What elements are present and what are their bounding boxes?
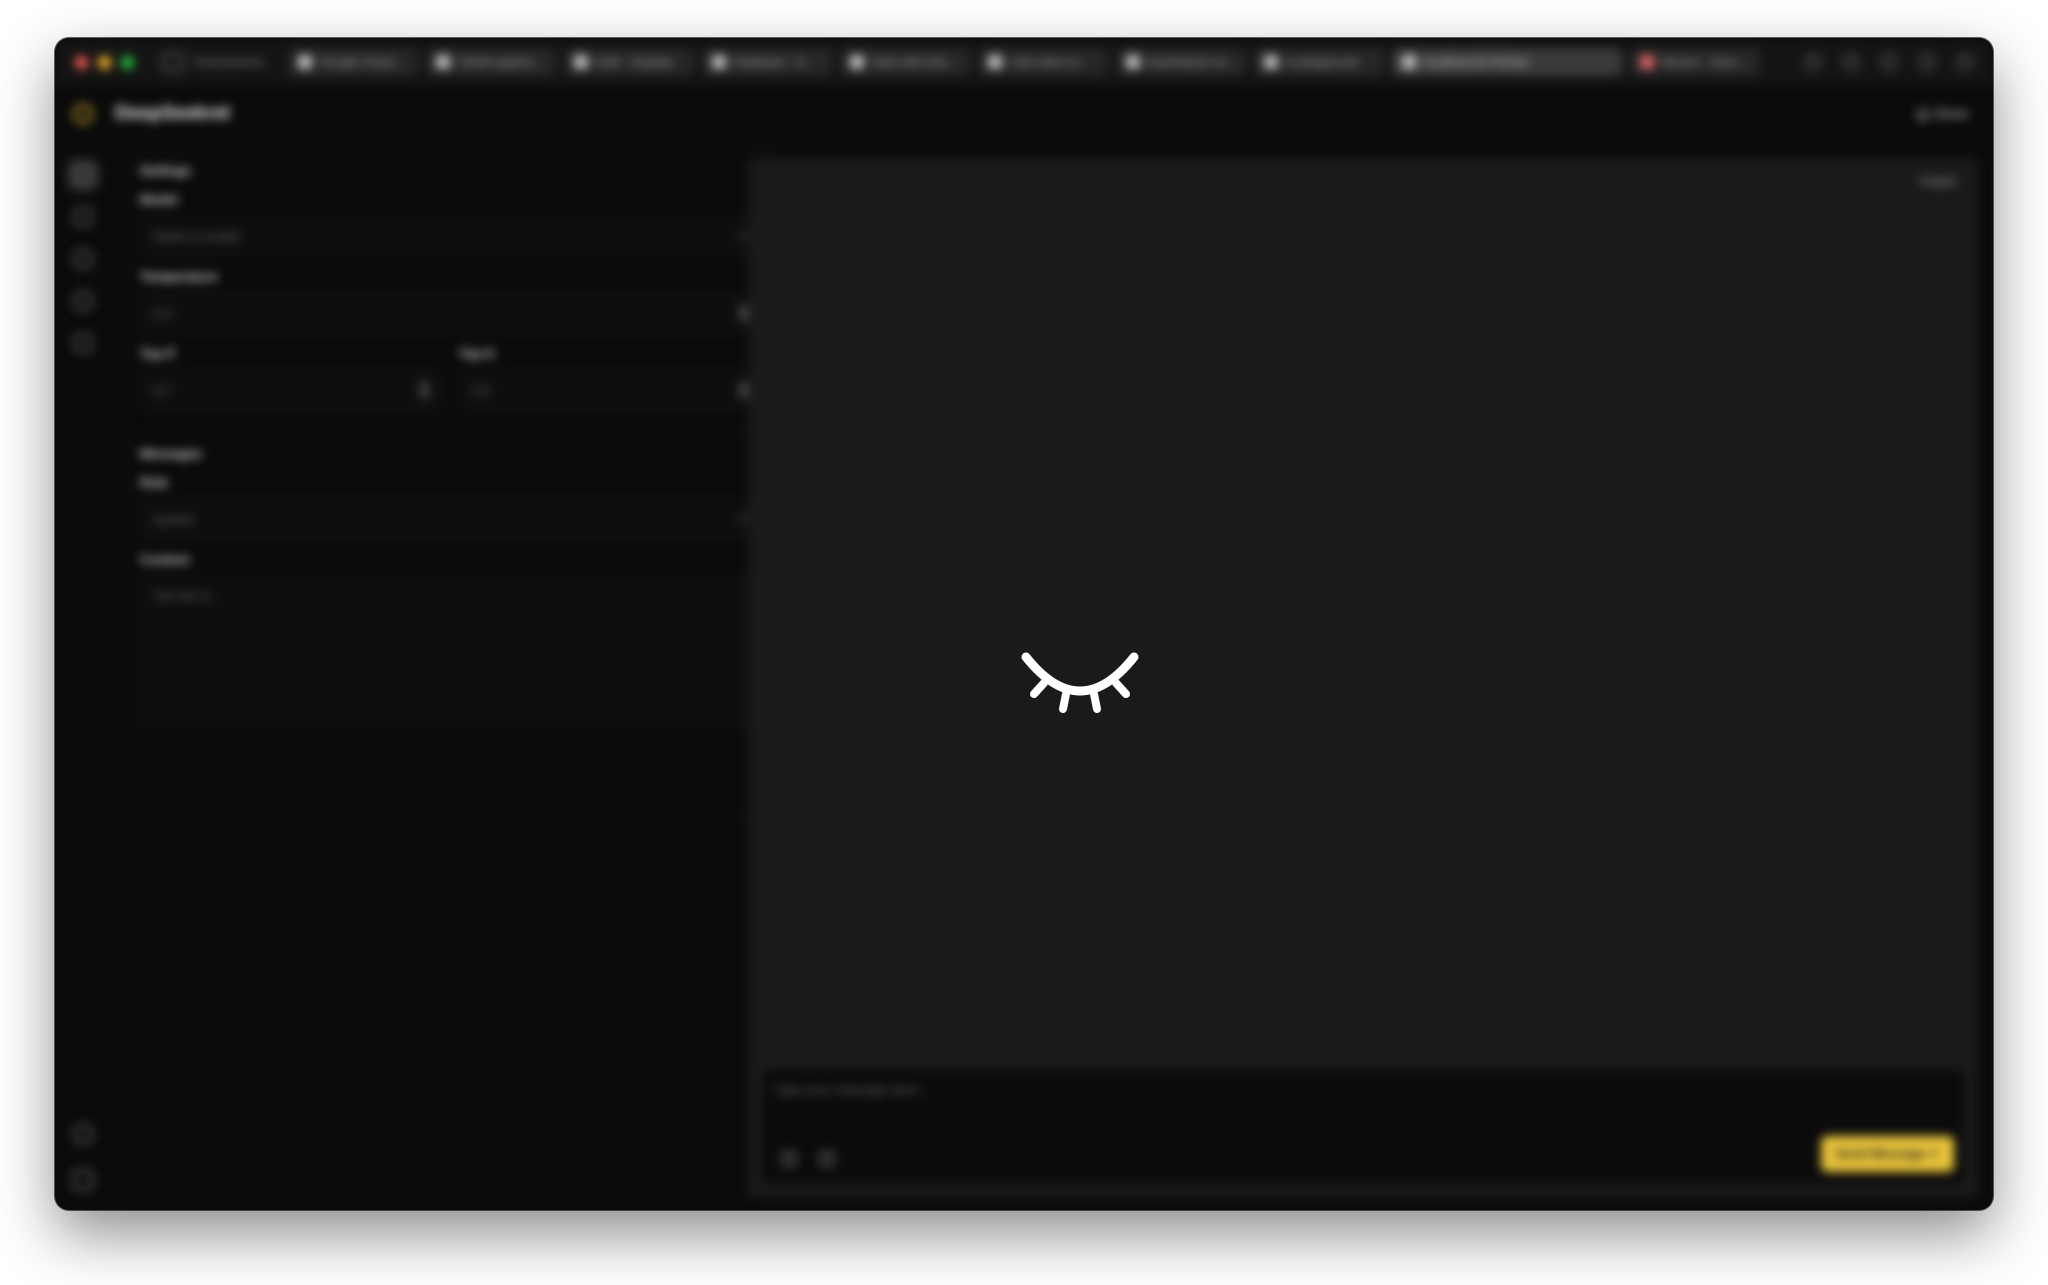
tab-label: localhost:5173/chat xyxy=(1424,55,1528,69)
browser-tab[interactable]: OAuth applica... xyxy=(426,48,556,76)
workspace-label[interactable]: DeepSeekret xyxy=(194,55,274,69)
new-tab-icon[interactable] xyxy=(1919,54,1935,70)
favicon-icon xyxy=(1640,55,1654,69)
role-label: Role xyxy=(140,475,169,490)
browser-tab[interactable]: ai playground xyxy=(1254,48,1384,76)
favicon-icon xyxy=(298,55,312,69)
browser-tab[interactable]: Database - A... xyxy=(702,48,832,76)
sidebar-toggle-icon[interactable] xyxy=(162,53,184,71)
browser-window: DeepSeekret Google Cloud... OAuth applica… xyxy=(55,38,1993,1210)
browser-tab[interactable]: localhost:5173/chat xyxy=(1392,48,1622,76)
temperature-value: 0.4 xyxy=(153,305,172,321)
add-icon[interactable] xyxy=(820,1152,834,1166)
share-icon[interactable] xyxy=(1881,54,1897,70)
settings-panel: Settings Model Select a model Temperatur… xyxy=(125,150,775,818)
stepper-icon[interactable] xyxy=(740,382,747,398)
share-icon xyxy=(1918,107,1929,120)
app-logo-icon xyxy=(73,103,93,124)
rail-bottom xyxy=(73,1124,93,1190)
top-k-input[interactable]: 0.0 xyxy=(459,371,760,409)
extension-icon[interactable] xyxy=(1805,54,1821,70)
tab-label: ai playground xyxy=(1286,55,1359,69)
browser-tab[interactable]: Start with Dee... xyxy=(840,48,970,76)
tab-strip: Google Cloud... OAuth applica... Auth - Su… xyxy=(288,48,1760,76)
document-icon[interactable] xyxy=(74,292,92,310)
app-header: DeepSeekret Share xyxy=(55,86,1993,142)
composer-icons xyxy=(782,1152,834,1166)
send-message-button[interactable]: Send Message ↵ xyxy=(1821,1136,1954,1172)
top-k-label: Top K xyxy=(459,346,495,361)
top-p-label: Top P xyxy=(140,346,176,361)
tab-label: chat sdom ai... xyxy=(1010,55,1089,69)
message-composer: Type your message here... Send Message ↵ xyxy=(762,1070,1964,1184)
tab-overview-icon[interactable] xyxy=(1957,54,1973,70)
favicon-icon xyxy=(712,55,726,69)
chevron-down-icon xyxy=(737,228,749,240)
tab-label: Database - A... xyxy=(734,55,814,69)
output-area: Output Type your message here... Send Me… xyxy=(748,158,1978,1198)
favicon-icon xyxy=(1264,55,1278,69)
link-icon[interactable] xyxy=(74,334,92,352)
favicon-icon xyxy=(1402,55,1416,69)
chevron-down-icon xyxy=(737,511,749,523)
closed-eye-icon xyxy=(1021,652,1139,713)
toolbar-icons xyxy=(1805,54,1973,70)
output-label: Output xyxy=(1919,174,1956,188)
browser-tab[interactable]: Barsen - Sess... xyxy=(1630,48,1760,76)
close-window-button[interactable] xyxy=(75,55,88,69)
tab-label: Start with Dee... xyxy=(872,55,958,69)
browser-tab[interactable]: basehepost ve... xyxy=(1116,48,1246,76)
browser-titlebar: DeepSeekret Google Cloud... OAuth applica… xyxy=(55,38,1993,86)
history-icon[interactable] xyxy=(1843,54,1859,70)
role-select[interactable]: system xyxy=(140,500,760,538)
tab-label: Barsen - Sess... xyxy=(1662,55,1748,69)
share-label: Share xyxy=(1934,106,1969,121)
tab-label: Auth - Supaba xyxy=(596,55,673,69)
role-value: system xyxy=(153,511,195,527)
favicon-icon xyxy=(436,55,450,69)
temperature-input[interactable]: 0.4 xyxy=(140,294,760,332)
top-k-value: 0.0 xyxy=(472,382,491,398)
top-p-input[interactable]: 0.7 xyxy=(140,371,441,409)
message-input[interactable]: Type your message here... xyxy=(774,1082,928,1097)
top-p-value: 0.7 xyxy=(153,382,172,398)
favicon-icon xyxy=(574,55,588,69)
attach-icon[interactable] xyxy=(782,1152,796,1166)
model-select[interactable]: Select a model xyxy=(140,217,760,255)
favicon-icon xyxy=(988,55,1002,69)
stepper-icon[interactable] xyxy=(421,382,428,398)
tab-label: OAuth applica... xyxy=(458,55,544,69)
settings-icon[interactable] xyxy=(73,1170,93,1190)
robot-icon[interactable] xyxy=(74,208,92,226)
browser-tab[interactable]: chat sdom ai... xyxy=(978,48,1108,76)
share-button[interactable]: Share xyxy=(1918,106,1969,121)
chat-icon[interactable] xyxy=(74,166,92,184)
blurred-app-content: DeepSeekret Google Cloud... OAuth applica… xyxy=(55,38,1993,1210)
maximize-window-button[interactable] xyxy=(121,55,134,69)
favicon-icon xyxy=(850,55,864,69)
content-textarea[interactable]: You are a... xyxy=(140,577,760,727)
temperature-label: Temperature xyxy=(140,269,218,284)
browser-tab[interactable]: Google Cloud... xyxy=(288,48,418,76)
app-title: DeepSeekret xyxy=(115,102,231,124)
left-rail xyxy=(55,142,111,1210)
help-icon[interactable] xyxy=(73,1124,93,1144)
model-placeholder: Select a model xyxy=(153,228,239,244)
section-divider xyxy=(140,431,760,432)
browser-tab[interactable]: Auth - Supaba xyxy=(564,48,694,76)
top-params-row: Top P 0.7 Top K 0.0 xyxy=(140,332,760,409)
stepper-icon[interactable] xyxy=(740,305,747,321)
content-label: Content xyxy=(140,552,190,567)
favicon-icon xyxy=(1126,55,1140,69)
tab-label: basehepost ve... xyxy=(1148,55,1237,69)
code-icon[interactable] xyxy=(74,250,92,268)
tab-label: Google Cloud... xyxy=(320,55,404,69)
window-controls xyxy=(75,55,134,69)
model-label: Model xyxy=(140,192,178,207)
minimize-window-button[interactable] xyxy=(98,55,111,69)
settings-title: Settings xyxy=(140,163,192,178)
messages-title: Messages xyxy=(140,446,203,461)
